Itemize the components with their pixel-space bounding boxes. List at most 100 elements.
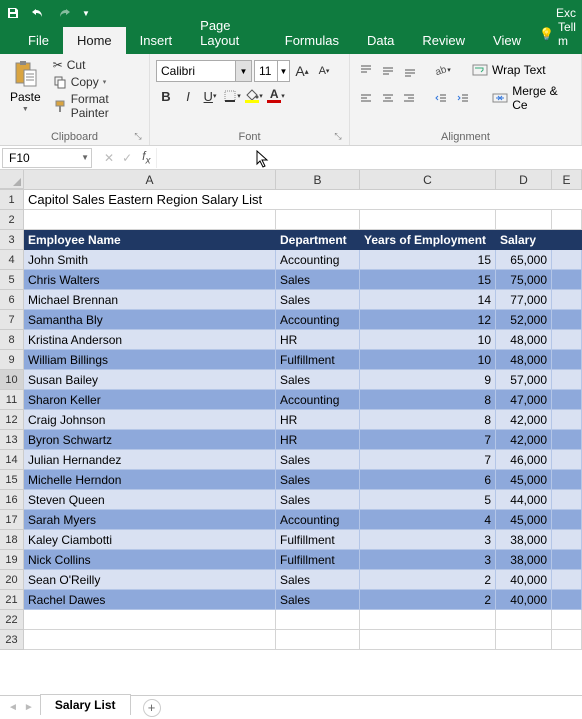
- cell[interactable]: Fulfillment: [276, 550, 360, 570]
- cell[interactable]: [552, 590, 582, 610]
- cell[interactable]: [360, 190, 496, 210]
- dialog-launcher-icon[interactable]: ⤡: [133, 131, 143, 141]
- cell[interactable]: [24, 210, 276, 230]
- cell[interactable]: 42,000: [496, 410, 552, 430]
- cell[interactable]: Employee Name: [24, 230, 276, 250]
- cell[interactable]: [552, 550, 582, 570]
- row-header[interactable]: 5: [0, 270, 24, 290]
- cell[interactable]: [552, 510, 582, 530]
- row-header[interactable]: 4: [0, 250, 24, 270]
- cell[interactable]: Michael Brennan: [24, 290, 276, 310]
- cell[interactable]: 52,000: [496, 310, 552, 330]
- tab-home[interactable]: Home: [63, 27, 126, 54]
- cell[interactable]: Sales: [276, 490, 360, 510]
- cell[interactable]: [552, 370, 582, 390]
- next-sheet-icon[interactable]: ►: [24, 702, 34, 713]
- cell[interactable]: 65,000: [496, 250, 552, 270]
- tell-me[interactable]: 💡 Tell m: [535, 14, 582, 54]
- cell[interactable]: Julian Hernandez: [24, 450, 276, 470]
- cell[interactable]: [552, 250, 582, 270]
- row-header[interactable]: 10: [0, 370, 24, 390]
- cell[interactable]: 46,000: [496, 450, 552, 470]
- cell[interactable]: Rachel Dawes: [24, 590, 276, 610]
- cell[interactable]: 12: [360, 310, 496, 330]
- cell[interactable]: 40,000: [496, 570, 552, 590]
- cell[interactable]: 14: [360, 290, 496, 310]
- cell[interactable]: [552, 350, 582, 370]
- cell[interactable]: Accounting: [276, 390, 360, 410]
- cell[interactable]: 42,000: [496, 430, 552, 450]
- cell[interactable]: Accounting: [276, 250, 360, 270]
- name-box[interactable]: F10▼: [2, 148, 92, 168]
- cell[interactable]: John Smith: [24, 250, 276, 270]
- cell[interactable]: [552, 430, 582, 450]
- cell[interactable]: [552, 450, 582, 470]
- underline-button[interactable]: U▾: [200, 86, 220, 106]
- cell[interactable]: 7: [360, 430, 496, 450]
- sheet-tab[interactable]: Salary List: [40, 694, 131, 715]
- cell[interactable]: [552, 330, 582, 350]
- grow-font-icon[interactable]: A▴: [292, 61, 312, 81]
- fill-color-button[interactable]: ▾: [244, 86, 264, 106]
- spreadsheet-grid[interactable]: A B C D E 1Capitol Sales Eastern Region …: [0, 170, 582, 650]
- cell[interactable]: Capitol Sales Eastern Region Salary List: [24, 190, 276, 210]
- borders-button[interactable]: ▾: [222, 86, 242, 106]
- cell[interactable]: [360, 630, 496, 650]
- dialog-launcher-icon[interactable]: ⤡: [333, 131, 343, 141]
- cell[interactable]: 8: [360, 410, 496, 430]
- tab-formulas[interactable]: Formulas: [271, 27, 353, 54]
- cell[interactable]: Sarah Myers: [24, 510, 276, 530]
- row-header[interactable]: 19: [0, 550, 24, 570]
- cell[interactable]: Steven Queen: [24, 490, 276, 510]
- cell[interactable]: Fulfillment: [276, 350, 360, 370]
- tab-view[interactable]: View: [479, 27, 535, 54]
- tab-file[interactable]: File: [14, 27, 63, 54]
- cell[interactable]: Accounting: [276, 310, 360, 330]
- tab-insert[interactable]: Insert: [126, 27, 187, 54]
- col-header[interactable]: B: [276, 170, 360, 189]
- cell[interactable]: 3: [360, 550, 496, 570]
- cell[interactable]: Sales: [276, 270, 360, 290]
- cell[interactable]: [276, 210, 360, 230]
- cell[interactable]: Sales: [276, 290, 360, 310]
- cell[interactable]: 10: [360, 350, 496, 370]
- format-painter-button[interactable]: Format Painter: [53, 92, 143, 120]
- row-header[interactable]: 20: [0, 570, 24, 590]
- cell[interactable]: 8: [360, 390, 496, 410]
- cell[interactable]: Samantha Bly: [24, 310, 276, 330]
- cell[interactable]: Craig Johnson: [24, 410, 276, 430]
- cell[interactable]: Fulfillment: [276, 530, 360, 550]
- cell[interactable]: Byron Schwartz: [24, 430, 276, 450]
- formula-input[interactable]: [156, 148, 582, 168]
- cell[interactable]: Kaley Ciambotti: [24, 530, 276, 550]
- row-header[interactable]: 22: [0, 610, 24, 630]
- cell[interactable]: Kristina Anderson: [24, 330, 276, 350]
- row-header[interactable]: 16: [0, 490, 24, 510]
- row-header[interactable]: 12: [0, 410, 24, 430]
- cell[interactable]: 2: [360, 570, 496, 590]
- shrink-font-icon[interactable]: A▾: [314, 61, 334, 81]
- cell[interactable]: 40,000: [496, 590, 552, 610]
- cell[interactable]: 45,000: [496, 510, 552, 530]
- cell[interactable]: 6: [360, 470, 496, 490]
- row-header[interactable]: 18: [0, 530, 24, 550]
- cell[interactable]: [552, 190, 582, 210]
- cell[interactable]: [552, 470, 582, 490]
- orientation-icon[interactable]: ab▾: [432, 60, 452, 80]
- cell[interactable]: Sales: [276, 470, 360, 490]
- row-header[interactable]: 11: [0, 390, 24, 410]
- chevron-down-icon[interactable]: ▼: [81, 153, 89, 162]
- col-header[interactable]: E: [552, 170, 582, 189]
- tab-page-layout[interactable]: Page Layout: [186, 12, 271, 54]
- cell[interactable]: 57,000: [496, 370, 552, 390]
- cell[interactable]: 38,000: [496, 530, 552, 550]
- cell[interactable]: Susan Bailey: [24, 370, 276, 390]
- cell[interactable]: 5: [360, 490, 496, 510]
- redo-icon[interactable]: [56, 7, 72, 19]
- cell[interactable]: 77,000: [496, 290, 552, 310]
- cell[interactable]: HR: [276, 410, 360, 430]
- font-name-combo[interactable]: Calibri▼: [156, 60, 252, 82]
- cell[interactable]: [552, 270, 582, 290]
- cell[interactable]: William Billings: [24, 350, 276, 370]
- cell[interactable]: Salary: [496, 230, 552, 250]
